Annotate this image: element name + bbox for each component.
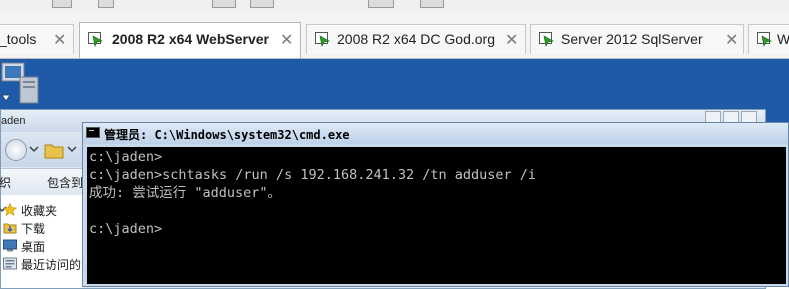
close-icon[interactable]: ✕ bbox=[725, 30, 738, 50]
tab-label: Server 2012 SqlServer bbox=[561, 31, 703, 47]
vm-icon bbox=[539, 32, 555, 47]
tab-tools[interactable]: _tools ✕ bbox=[0, 24, 74, 54]
chevron-down-icon[interactable] bbox=[67, 145, 77, 153]
tab-webserver[interactable]: 2008 R2 x64 WebServer ✕ bbox=[79, 22, 301, 58]
close-icon[interactable]: ✕ bbox=[505, 30, 518, 50]
organize-menu[interactable]: 织 bbox=[0, 174, 11, 191]
computer-desktop-icon[interactable] bbox=[0, 61, 42, 107]
tab-overflow[interactable]: W bbox=[748, 24, 789, 54]
vm-icon bbox=[757, 32, 773, 47]
explorer-title: aden bbox=[1, 115, 26, 127]
explorer-nav-pane: 收藏夹 下载 桌面 最近访问的 bbox=[0, 195, 83, 288]
nav-item-label: 下载 bbox=[21, 222, 46, 236]
tab-label: _tools bbox=[0, 31, 37, 47]
toolbar-button[interactable] bbox=[52, 0, 72, 8]
recent-places-icon bbox=[3, 257, 17, 270]
download-folder-icon bbox=[3, 223, 17, 234]
folder-icon bbox=[44, 144, 64, 159]
cmd-window: 管理员: C:\Windows\system32\cmd.exe c:\jade… bbox=[82, 122, 789, 287]
console-line: c:\jaden> bbox=[89, 149, 163, 165]
console-line: c:\jaden>schtasks /run /s 192.168.241.32… bbox=[89, 167, 537, 183]
chevron-down-icon[interactable] bbox=[29, 145, 39, 153]
vm-tab-bar: _tools ✕ 2008 R2 x64 WebServer ✕ 2008 R2… bbox=[0, 10, 789, 59]
star-icon bbox=[3, 203, 17, 216]
tab-label: W bbox=[777, 31, 789, 47]
toolbar-button[interactable] bbox=[368, 0, 394, 8]
vm-icon bbox=[88, 32, 104, 47]
toolbar-button[interactable] bbox=[212, 0, 236, 8]
tab-sqlserver[interactable]: Server 2012 SqlServer ✕ bbox=[530, 24, 744, 54]
cmd-titlebar: 管理员: C:\Windows\system32\cmd.exe bbox=[83, 123, 788, 144]
console-line: c:\jaden> bbox=[89, 221, 163, 237]
close-icon[interactable]: ✕ bbox=[280, 30, 293, 50]
close-icon[interactable]: ✕ bbox=[53, 30, 66, 50]
desktop-icon bbox=[3, 239, 17, 252]
console-output[interactable]: c:\jaden> c:\jaden>schtasks /run /s 192.… bbox=[87, 147, 786, 284]
tab-label: 2008 R2 x64 WebServer bbox=[112, 31, 269, 47]
vm-icon bbox=[315, 32, 331, 47]
tab-dc-god-org[interactable]: 2008 R2 x64 DC God.org ✕ bbox=[306, 24, 526, 54]
toolbar-button[interactable] bbox=[420, 0, 444, 8]
toolbar-button[interactable] bbox=[98, 0, 114, 8]
nav-item-label: 最近访问的 bbox=[21, 258, 82, 272]
tab-label: 2008 R2 x64 DC God.org bbox=[337, 31, 495, 47]
forward-button[interactable] bbox=[5, 139, 27, 161]
cmd-window-title: 管理员: C:\Windows\system32\cmd.exe bbox=[104, 128, 350, 142]
toolbar-button[interactable] bbox=[250, 0, 274, 8]
console-line: 成功: 尝试运行 "adduser"。 bbox=[89, 185, 282, 201]
console-icon bbox=[86, 127, 100, 138]
nav-item-label: 桌面 bbox=[21, 240, 46, 254]
nav-item-label: 收藏夹 bbox=[21, 204, 58, 218]
include-in-library-menu[interactable]: 包含到 bbox=[47, 174, 83, 191]
